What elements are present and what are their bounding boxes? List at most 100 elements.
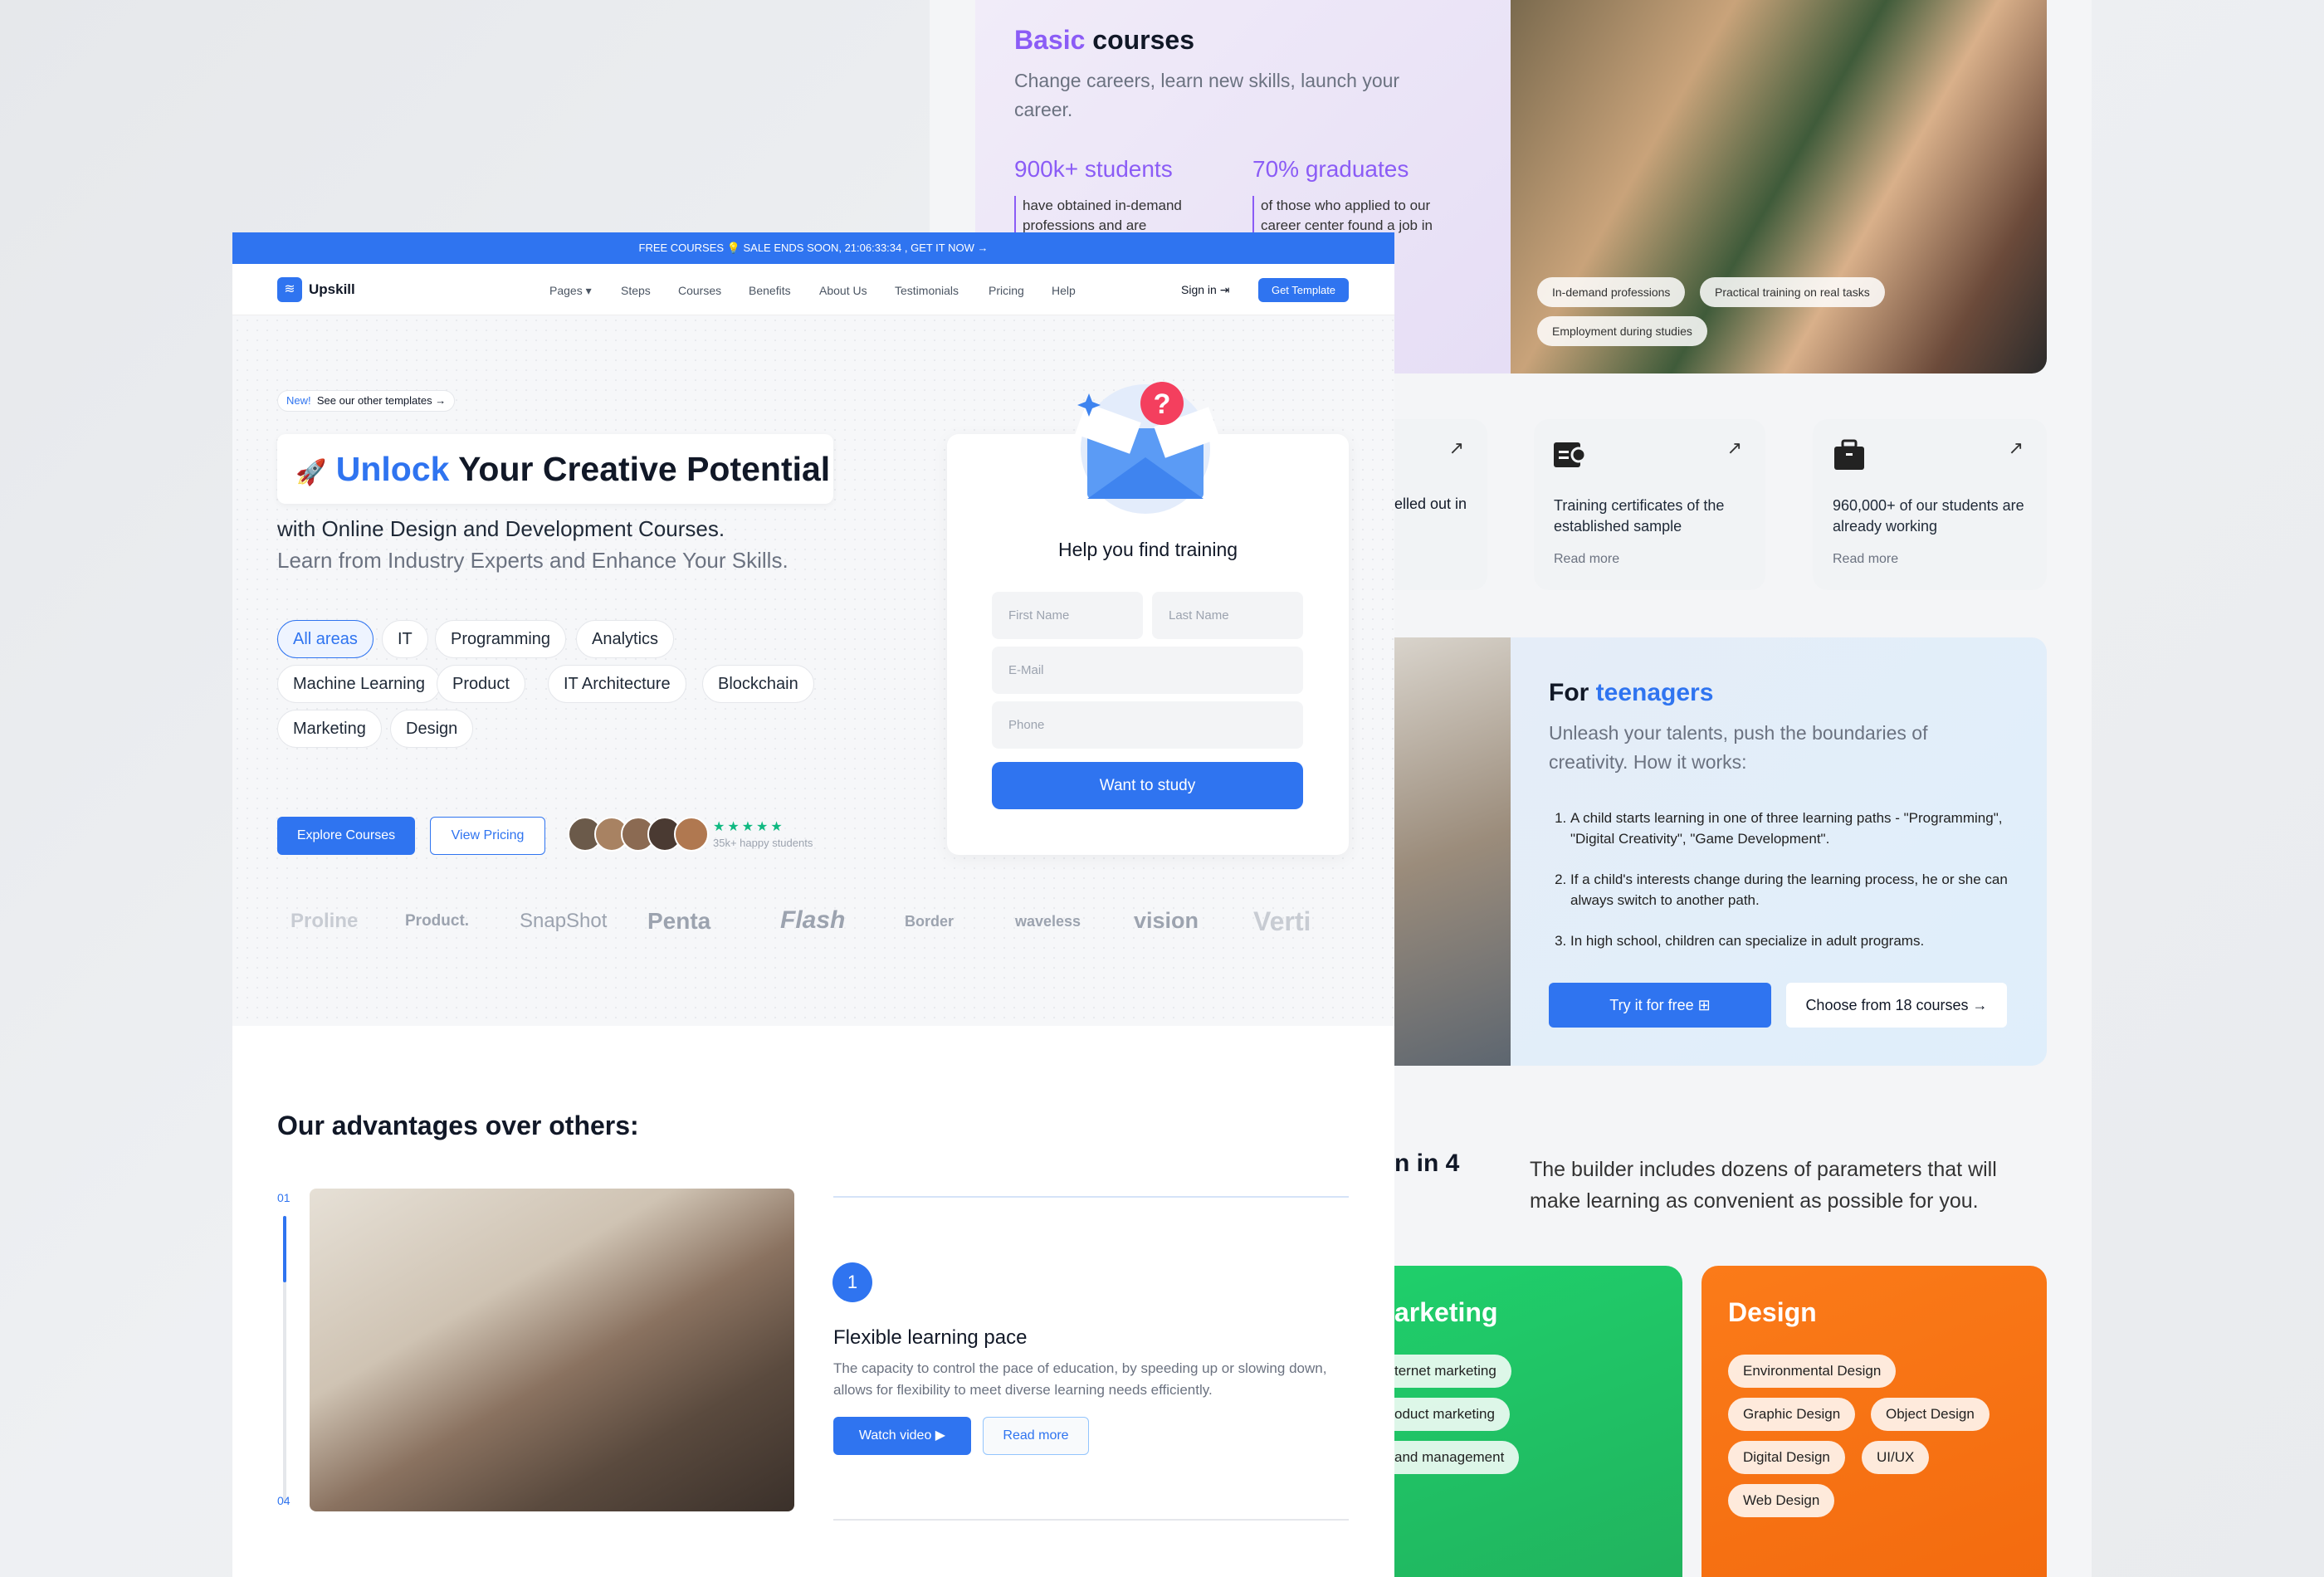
rating-stars: ★★★★★ <box>713 820 785 834</box>
happy-students: 35k+ happy students <box>713 837 813 849</box>
filter-chip-all-areas[interactable]: All areas <box>277 620 374 658</box>
builder-heading: n in 4 <box>1394 1150 1460 1177</box>
brand-name[interactable]: Upskill <box>309 281 355 298</box>
teen-subtitle: Unleash your talents, push the boundarie… <box>1549 722 1928 773</box>
phone-input[interactable]: Phone <box>992 701 1303 749</box>
marketing-card[interactable]: arketing ternet marketing oduct marketin… <box>1394 1266 1682 1577</box>
promo-banner[interactable]: FREE COURSES 💡 SALE ENDS SOON, 21:06:33:… <box>232 232 1394 264</box>
gift-icon: ⊞ <box>1697 997 1711 1013</box>
design-tag[interactable]: Digital Design <box>1728 1441 1845 1474</box>
stat-value: 70% graduates <box>1252 156 1409 182</box>
design-tag[interactable]: Object Design <box>1871 1398 1990 1431</box>
partner-logo: Verti <box>1253 906 1311 936</box>
stat-desc: have obtained in-demand professions and … <box>1014 196 1213 236</box>
partner-logo: Penta <box>647 908 711 934</box>
basic-subtitle: Change careers, learn new skills, launch… <box>1014 70 1400 120</box>
marketing-title: arketing <box>1394 1297 1498 1327</box>
svg-text:?: ? <box>1154 388 1171 420</box>
nav-about[interactable]: About Us <box>819 284 867 297</box>
sign-in-link[interactable]: Sign in ⇥ <box>1181 283 1229 297</box>
student-photo: In-demand professions Practical training… <box>1511 0 2047 374</box>
first-name-input[interactable]: First Name <box>992 592 1143 639</box>
watch-video-button[interactable]: Watch video ▶ <box>833 1417 971 1455</box>
avatar-group <box>568 817 709 853</box>
filter-chip[interactable]: Analytics <box>576 620 675 658</box>
try-free-button[interactable]: Try it for free ⊞ <box>1549 983 1771 1028</box>
read-more-link[interactable]: Read more <box>1833 552 1898 567</box>
sign-in-label: Sign in <box>1181 283 1217 296</box>
arrow-up-right-icon: ↗ <box>2008 437 2024 458</box>
arrow-right-icon: → <box>1972 997 1988 1013</box>
nav-benefits[interactable]: Benefits <box>749 284 791 297</box>
step-end: 04 <box>277 1494 290 1507</box>
nav-pricing[interactable]: Pricing <box>989 284 1024 297</box>
navbar: ≋ Upskill Pages ▾ Steps Courses Benefits… <box>232 264 1394 315</box>
read-more-link[interactable]: Read more <box>1554 552 1619 567</box>
hero-subtitle-2: Learn from Industry Experts and Enhance … <box>277 548 788 573</box>
watch-video-label: Watch video <box>858 1428 932 1443</box>
photo-tag: Practical training on real tasks <box>1700 277 1885 307</box>
filter-chip[interactable]: Machine Learning <box>277 665 441 703</box>
step-start: 01 <box>277 1191 290 1204</box>
feature-card[interactable]: ↗ 960,000+ of our students are already w… <box>1813 419 2047 590</box>
arrow-up-right-icon: ↗ <box>1448 437 1464 458</box>
rocket-icon: 🚀 <box>295 459 327 486</box>
step-progress-fill <box>283 1216 286 1282</box>
photo-tag: In-demand professions <box>1537 277 1686 307</box>
partner-logo: Product. <box>405 912 470 930</box>
filter-chip[interactable]: IT Architecture <box>548 665 686 703</box>
teen-photo <box>1394 637 1511 1066</box>
basic-title-accent: Basic <box>1014 25 1086 55</box>
want-to-study-button[interactable]: Want to study <box>992 762 1303 809</box>
card-text: 960,000+ of our students are already wor… <box>1833 497 2024 535</box>
teen-title-accent: teenagers <box>1595 679 1714 706</box>
nav-testimonials[interactable]: Testimonials <box>895 284 959 297</box>
marketing-tag[interactable]: ternet marketing <box>1394 1355 1511 1388</box>
divider <box>833 1519 1349 1521</box>
filter-chip[interactable]: Programming <box>435 620 567 658</box>
divider <box>833 1196 1349 1198</box>
filter-chip[interactable]: Design <box>390 710 474 748</box>
get-template-button[interactable]: Get Template <box>1258 278 1349 302</box>
stat-desc: of those who applied to our career cente… <box>1252 196 1468 236</box>
filter-chip[interactable]: Blockchain <box>702 665 814 703</box>
filter-chip[interactable]: Marketing <box>277 710 382 748</box>
nav-courses[interactable]: Courses <box>678 284 721 297</box>
certificate-icon <box>1554 442 1587 467</box>
marketing-tag[interactable]: oduct marketing <box>1394 1398 1510 1431</box>
new-label: New! <box>286 394 311 407</box>
view-pricing-button[interactable]: View Pricing <box>430 817 545 855</box>
filter-chip[interactable]: IT <box>382 620 428 658</box>
explore-courses-button[interactable]: Explore Courses <box>277 817 415 855</box>
form-title: Help you find training <box>1057 539 1238 560</box>
feature-card[interactable]: ↗ Training certificates of the establish… <box>1534 419 1765 590</box>
email-input[interactable]: E-Mail <box>992 647 1303 694</box>
design-tag[interactable]: Environmental Design <box>1728 1355 1897 1388</box>
avatar <box>674 817 709 852</box>
choose-courses-label: Choose from 18 courses <box>1805 997 1969 1013</box>
design-tag[interactable]: UI/UX <box>1862 1441 1930 1474</box>
arrow-up-right-icon: ↗ <box>1726 437 1742 458</box>
design-tag[interactable]: Web Design <box>1728 1484 1835 1517</box>
nav-steps[interactable]: Steps <box>621 284 651 297</box>
nav-help[interactable]: Help <box>1052 284 1076 297</box>
title-rest: Your Creative Potential <box>458 450 831 488</box>
hero-title: 🚀 Unlock Your Creative Potential <box>277 434 833 504</box>
read-more-button[interactable]: Read more <box>983 1417 1089 1455</box>
choose-courses-button[interactable]: Choose from 18 courses → <box>1786 983 2007 1028</box>
basic-title: courses <box>1085 25 1195 55</box>
new-templates-badge[interactable]: New! See our other templates → <box>277 390 456 412</box>
logo-icon: ≋ <box>277 277 302 302</box>
last-name-input[interactable]: Last Name <box>1152 592 1303 639</box>
filter-chip[interactable]: Product <box>437 665 525 703</box>
design-tag[interactable]: Graphic Design <box>1728 1398 1856 1431</box>
partner-logo: Flash <box>780 906 846 934</box>
design-card[interactable]: Design Environmental Design Graphic Desi… <box>1702 1266 2047 1577</box>
card-text: Training certificates of the established… <box>1554 497 1725 535</box>
briefcase-icon <box>1834 439 1864 470</box>
step-item: A child starts learning in one of three … <box>1570 808 2014 849</box>
nav-pages[interactable]: Pages ▾ <box>549 284 592 298</box>
marketing-tag[interactable]: and management <box>1394 1441 1520 1474</box>
partner-logo: Proline <box>290 910 359 932</box>
feature-card[interactable]: ↗ elled out in <box>1394 419 1487 590</box>
